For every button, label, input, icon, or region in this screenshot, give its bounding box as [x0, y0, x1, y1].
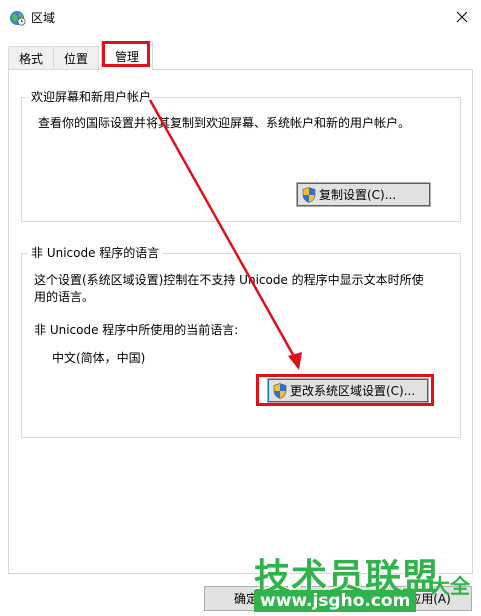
tab-location[interactable]: 位置	[53, 46, 99, 69]
ok-button[interactable]: 确定	[204, 586, 288, 611]
copy-settings-button[interactable]: 复制设置(C)...	[296, 182, 431, 207]
welcome-group-legend: 欢迎屏幕和新用户帐户	[28, 89, 155, 105]
copy-settings-label: 复制设置(C)...	[319, 188, 397, 202]
apply-button[interactable]: 应用(A)	[388, 586, 472, 611]
non-unicode-group-legend: 非 Unicode 程序的语言	[28, 245, 163, 261]
tab-format[interactable]: 格式	[8, 46, 54, 69]
administrative-panel: 欢迎屏幕和新用户帐户 查看你的国际设置并将其复制到欢迎屏幕、系统帐户和新的用户帐…	[8, 69, 473, 574]
globe-clock-icon	[10, 11, 26, 26]
non-unicode-group: 非 Unicode 程序的语言 这个设置(系统区域设置)控制在不支持 Unico…	[21, 245, 461, 438]
non-unicode-description: 这个设置(系统区域设置)控制在不支持 Unicode 的程序中显示文本时所使用的…	[34, 273, 424, 304]
current-language-value: 中文(简体，中国)	[52, 351, 146, 365]
welcome-group-description: 查看你的国际设置并将其复制到欢迎屏幕、系统帐户和新的用户帐户。	[38, 116, 411, 130]
tab-highlight-box	[102, 41, 150, 67]
cancel-button[interactable]: 取消	[296, 586, 380, 611]
uac-shield-icon	[302, 187, 316, 203]
window-title: 区域	[31, 11, 56, 25]
close-button[interactable]	[443, 0, 481, 34]
tab-strip: 格式 位置 管理	[8, 41, 473, 70]
current-language-label: 非 Unicode 程序中所使用的当前语言:	[34, 323, 239, 337]
change-button-highlight-box	[256, 374, 434, 406]
close-icon	[456, 11, 468, 23]
region-dialog: 区域 格式 位置 管理 欢迎屏幕和新用户帐户 查看你的国际设置并将其复制到欢迎屏…	[0, 0, 481, 616]
welcome-screen-group: 欢迎屏幕和新用户帐户 查看你的国际设置并将其复制到欢迎屏幕、系统帐户和新的用户帐…	[21, 89, 461, 222]
title-bar: 区域	[0, 0, 481, 34]
